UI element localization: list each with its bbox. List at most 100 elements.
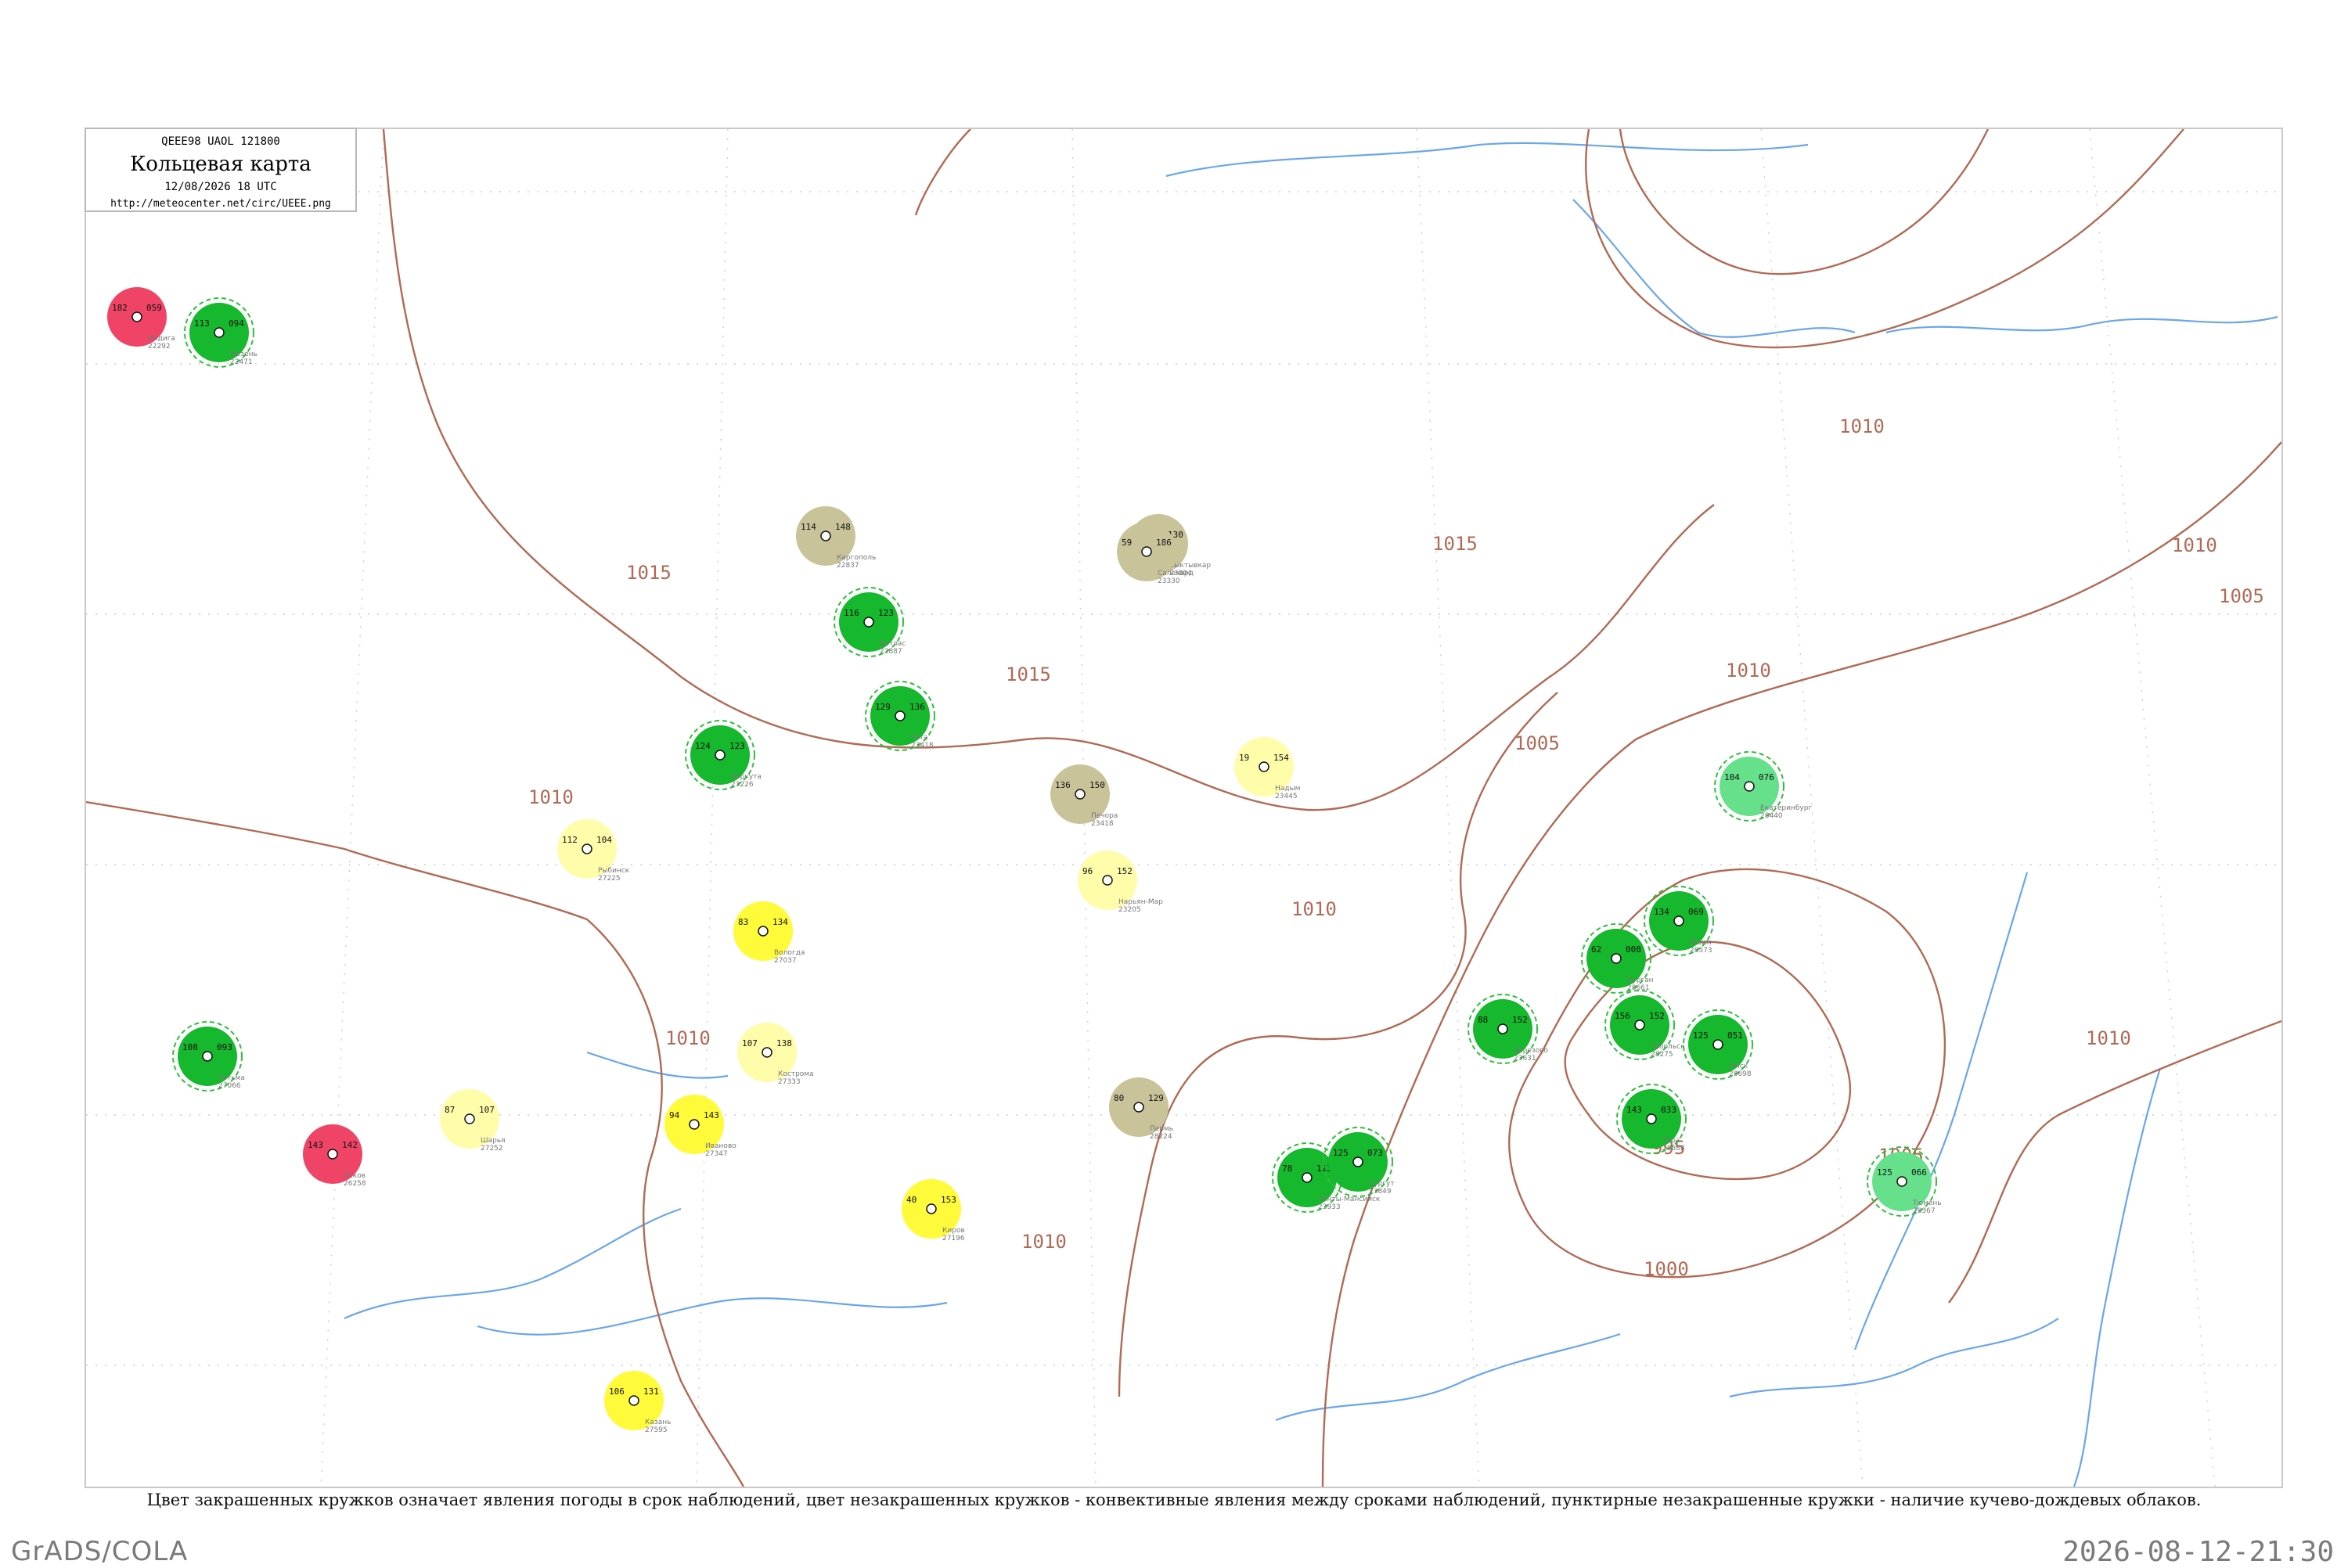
station-marker [202, 1051, 213, 1062]
station-name: Екатеринбург [1760, 804, 1812, 812]
station-temp: 106 [609, 1386, 625, 1397]
station-Нарьян-Мар: 96 152 Нарьян-Мар23205 [1078, 851, 1163, 914]
station-temp: 143 [1626, 1105, 1642, 1115]
station-marker [863, 617, 874, 628]
station-marker [1497, 1023, 1508, 1034]
station-temp: 88 [1478, 1015, 1488, 1025]
station-Казань: 106 131 Казань27595 [604, 1371, 671, 1434]
station-code: 23849 [1369, 1188, 1392, 1196]
station-Курган: 62 008 Курган28661 [1581, 923, 1654, 994]
station-Мезень: 113 094 Мезень22471 [184, 297, 257, 368]
station-code: 22471 [230, 358, 253, 366]
isobar-label-1005: 1005 [2219, 585, 2264, 607]
station-marker [1075, 789, 1086, 800]
isobar-label-1010: 1010 [1021, 1231, 1067, 1253]
station-code: 28224 [1150, 1133, 1172, 1141]
station-temp: 96 [1082, 866, 1093, 876]
station-pressure: 094 [229, 318, 244, 329]
isobar-label-1010: 1010 [1726, 660, 1771, 682]
station-pressure: 008 [1626, 944, 1641, 955]
station-name: Казань [645, 1419, 671, 1426]
station-pressure: 073 [1367, 1148, 1383, 1158]
station-marker [926, 1203, 937, 1214]
station-pressure: 033 [1661, 1105, 1676, 1115]
station-marker [1673, 915, 1684, 926]
station-marker [464, 1113, 475, 1124]
station-pressure: 148 [835, 522, 851, 532]
station-marker [327, 1149, 338, 1160]
station-name: Омск [1729, 1063, 1748, 1070]
station-Надым: 19 154 Надым23445 [1234, 737, 1300, 800]
station-marker [1141, 546, 1152, 557]
station-code: 28588 [1662, 1145, 1685, 1153]
station-pressure: 059 [146, 303, 162, 313]
station-pressure: 076 [1759, 772, 1774, 782]
station-code: 23418 [911, 742, 934, 750]
station-Рыбинск: 112 104 Рыбинск27225 [557, 819, 630, 883]
station-name: Тотьма [218, 1074, 245, 1082]
station-name: Индига [148, 335, 175, 343]
station-marker [715, 750, 726, 761]
station-temp: 40 [906, 1195, 917, 1205]
station-name: Тюмень [1912, 1199, 1942, 1207]
bulletin-code: QEEE98 UAOL 121800 [161, 135, 280, 148]
graticule [86, 129, 2281, 1487]
isobar-label-1015: 1015 [1432, 533, 1478, 555]
station-name: Котлас [880, 640, 906, 648]
station-name: Киров [942, 1227, 965, 1235]
station-Омск: 125 051 Омск28698 [1683, 1009, 1753, 1080]
station-pressure: 123 [878, 608, 894, 618]
station-Ишим: 134 069 Ишим28573 [1644, 886, 1714, 956]
station-Кострома: 107 138 Кострома27333 [737, 1023, 814, 1086]
station-code: 27066 [218, 1082, 241, 1090]
station-Шарья: 87 107 Шарья27252 [440, 1089, 506, 1153]
station-name: Салехард [1158, 570, 1194, 577]
isobar-label-1005: 1005 [1514, 732, 1560, 754]
station-temp: 134 [1654, 907, 1669, 917]
station-code: 27196 [942, 1235, 965, 1243]
station-code: 23226 [731, 781, 754, 789]
station-marker [689, 1119, 700, 1130]
station-marker [762, 1047, 772, 1058]
software-credit: GrADS/COLA [11, 1536, 189, 1567]
station-pressure: 142 [342, 1140, 358, 1150]
station-Тара: 143 033 Тара28588 [1616, 1084, 1687, 1154]
station-pressure: 152 [1512, 1015, 1528, 1025]
station-marker [1744, 781, 1755, 792]
station-Екатеринбург: 104 076 Екатеринбург28440 [1714, 751, 1812, 822]
station-Иваново: 94 143 Иваново27347 [664, 1095, 736, 1158]
station-code: 23933 [1318, 1203, 1341, 1211]
station-Индига: 182 059 Индига22292 [107, 287, 175, 351]
station-temp: 80 [1114, 1093, 1124, 1103]
station-Тотьма: 108 093 Тотьма27066 [172, 1021, 245, 1091]
station-temp: 19 [1239, 753, 1249, 763]
station-pressure: 154 [1273, 753, 1289, 763]
station-pressure: 051 [1727, 1030, 1743, 1041]
station-Киров: 40 153 Киров27196 [902, 1179, 965, 1243]
station-pressure: 107 [479, 1105, 495, 1115]
station-Сургут: 125 073 Сургут23849 [1323, 1127, 1395, 1197]
station-pressure: 150 [1089, 780, 1105, 790]
isobar-label-1000: 1000 [1644, 1258, 1689, 1280]
station-marker [1611, 953, 1622, 964]
station-temp: 125 [1877, 1167, 1892, 1178]
station-temp: 116 [844, 608, 859, 618]
station-name: Воркута [731, 773, 762, 781]
station-name: Нарьян-Мар [1118, 898, 1163, 906]
station-marker [758, 926, 769, 937]
map-canvas: 1015 1015 1015 1010 1010 1010 1010 1010 … [86, 129, 2281, 1487]
station-pressure: 069 [1688, 907, 1704, 917]
isobar-lines [86, 129, 2281, 1487]
station-temp: 78 [1282, 1163, 1292, 1174]
station-code: 22837 [837, 562, 859, 570]
station-marker [582, 843, 592, 854]
station-marker [1646, 1113, 1657, 1124]
map-title: Кольцевая карта [130, 153, 312, 176]
station-Псков: 143 142 Псков26258 [303, 1124, 366, 1188]
station-Пермь: 80 129 Пермь28224 [1109, 1077, 1173, 1141]
station-name: Мезень [230, 351, 257, 358]
station-pressure: 153 [941, 1195, 956, 1205]
station-name: Надым [1275, 785, 1300, 793]
station-Березово: 88 152 Березово23631 [1468, 994, 1549, 1064]
station-name: Сургут [1369, 1180, 1395, 1188]
